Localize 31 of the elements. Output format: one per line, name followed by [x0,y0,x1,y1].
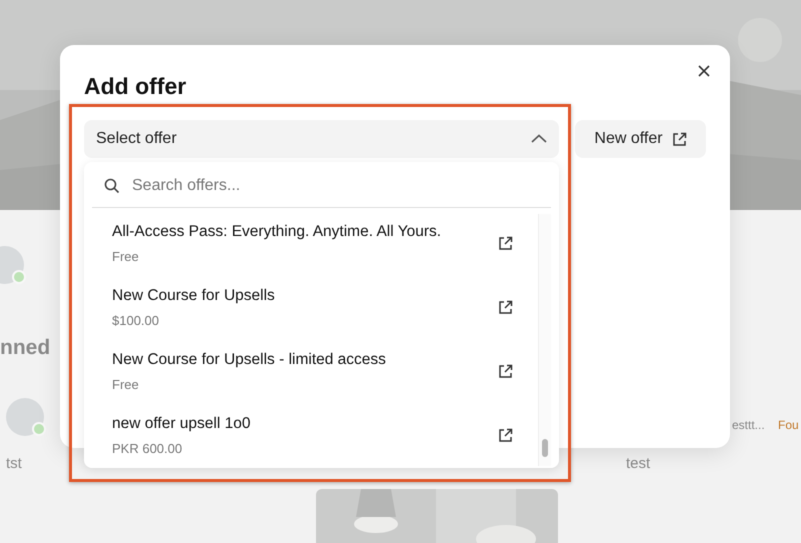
offer-item[interactable]: All-Access Pass: Everything. Anytime. All Yours. Free [84,211,559,275]
offer-name: New Course for Upsells [112,286,275,304]
close-icon[interactable] [696,63,712,79]
offer-price: Free [112,248,140,264]
external-link-icon[interactable] [498,236,513,250]
dialog-title: Add offer [84,72,188,101]
section-heading: nned [0,336,50,360]
search-field[interactable]: Search offers... [132,171,512,201]
tag: Fou [778,418,799,432]
new-offer-button[interactable]: New offer [575,120,706,158]
offer-item[interactable]: New Course for Upsells $100.00 [84,275,559,339]
offer-name: New Course for Upsells - limited access [112,350,386,368]
external-link-icon[interactable] [498,364,513,378]
offer-name: All-Access Pass: Everything. Anytime. All Yours. [112,222,442,240]
search-icon [104,178,120,194]
external-link-icon[interactable] [498,428,513,442]
offer-price: $100.00 [112,312,160,328]
post-caption: tst [6,455,22,472]
online-dot [12,270,26,284]
external-link-icon[interactable] [498,300,513,314]
post-caption: test [626,455,650,472]
author-snippet: esttt... [732,418,765,432]
online-dot [32,422,46,436]
offer-name: new offer upsell 1o0 [112,414,250,432]
offer-item[interactable]: new offer upsell 1o0 PKR 600.00 [84,403,559,467]
offer-item[interactable]: New Course for Upsells - limited access Free [84,339,559,403]
offer-price: PKR 600.00 [112,440,184,456]
offer-select[interactable]: Select offer [84,120,559,158]
scrollbar-thumb[interactable] [542,439,548,457]
external-link-icon [672,132,687,146]
offer-price: Free [112,376,140,392]
